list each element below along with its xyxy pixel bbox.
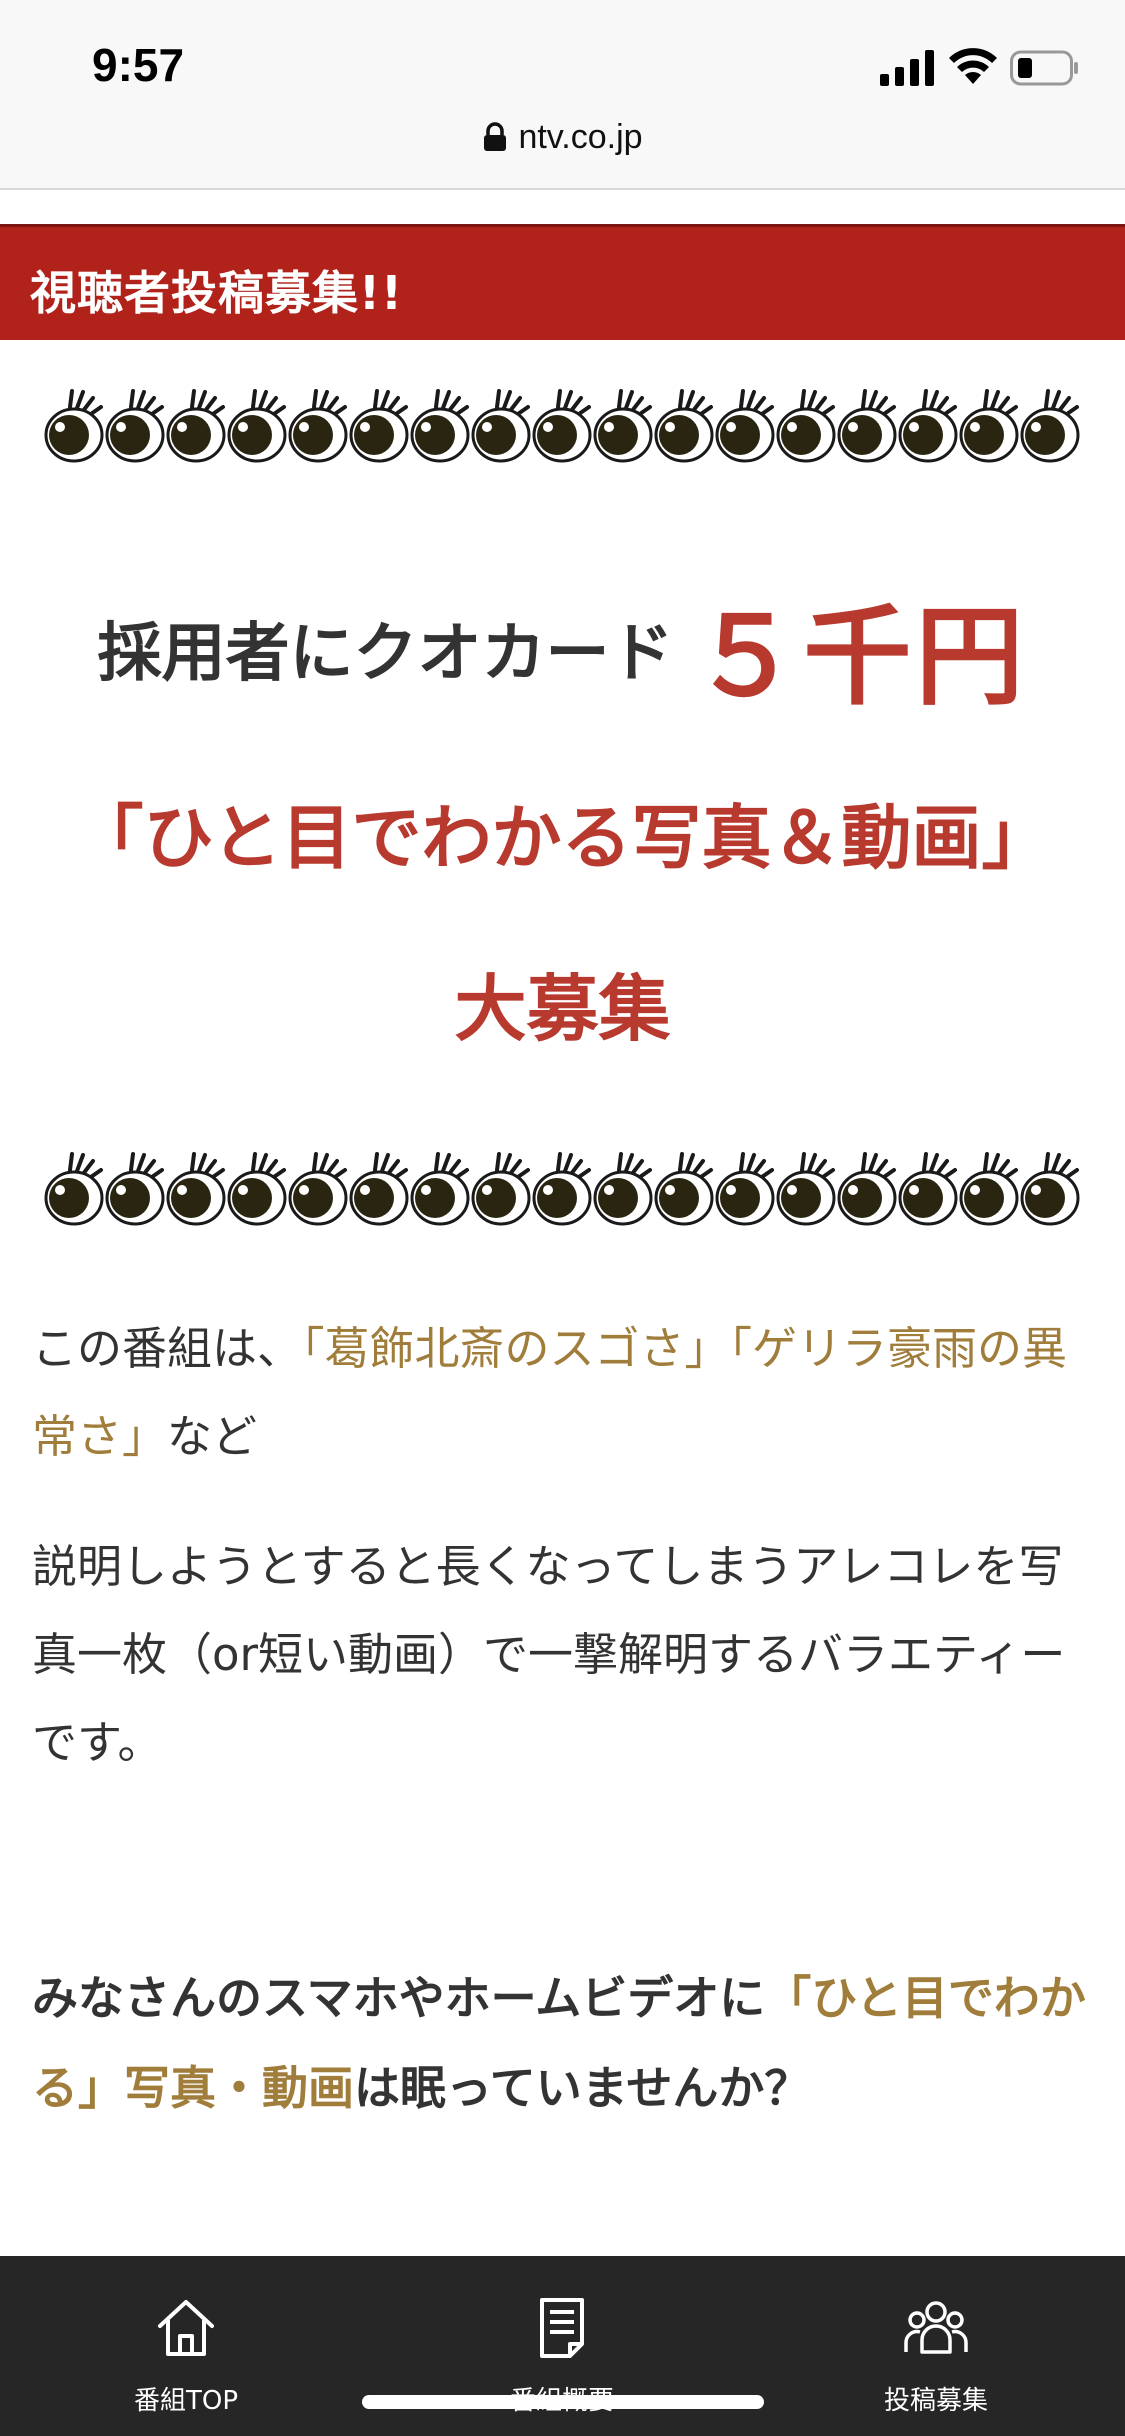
tab-label: 番組TOP <box>133 2386 239 2416</box>
eye-icon <box>776 385 837 465</box>
eye-icon <box>959 1148 1020 1228</box>
status-bar: 9:57 ntv.co.jp <box>0 0 1125 190</box>
eye-icon <box>593 1148 654 1228</box>
eye-icon <box>898 385 959 465</box>
eye-icon <box>410 1148 471 1228</box>
description-paragraph: 説明しようとすると長くなってしまうアレコレを写真一枚（or短い動画）で一撃解明す… <box>32 1540 1066 1769</box>
eye-icon <box>837 385 898 465</box>
headline: 採用者にクオカード ５千円 <box>0 570 1125 726</box>
eye-icon <box>105 385 166 465</box>
eye-icon <box>654 1148 715 1228</box>
headline-prefix: 採用者にクオカード <box>97 617 674 691</box>
eye-icon <box>227 385 288 465</box>
eye-icon <box>44 385 105 465</box>
eye-icon <box>227 1148 288 1228</box>
eye-icon <box>166 1148 227 1228</box>
eye-icon <box>410 385 471 465</box>
intro-paragraph: この番組は、「葛飾北斎のスゴさ」「ゲリラ豪雨の異常さ」など <box>32 1305 1094 1481</box>
tab-submissions[interactable]: 投稿募集 <box>836 2256 1036 2436</box>
tab-program-summary[interactable]: 番組概要 <box>462 2256 662 2436</box>
eye-icon <box>959 385 1020 465</box>
eye-icon <box>349 1148 410 1228</box>
eye-icon <box>593 385 654 465</box>
home-indicator[interactable] <box>362 2395 764 2409</box>
eye-icon <box>654 385 715 465</box>
eye-icon <box>471 1148 532 1228</box>
wifi-icon <box>949 48 997 84</box>
tab-program-top[interactable]: 番組TOP <box>86 2256 286 2436</box>
eyes-decoration-bottom <box>44 1148 1084 1228</box>
eye-icon <box>532 385 593 465</box>
document-icon <box>540 2298 584 2358</box>
bottom-tab-bar: 番組TOP 番組概要 投稿募集 <box>0 2256 1125 2436</box>
eye-icon <box>288 1148 349 1228</box>
eye-icon <box>1020 385 1081 465</box>
cellular-signal-icon <box>880 50 934 86</box>
divider <box>0 188 1125 190</box>
lock-icon <box>484 122 507 151</box>
headline-amount: ５千円 <box>691 595 1028 720</box>
intro-text-end: など <box>167 1410 258 1463</box>
tab-label: 投稿募集 <box>883 2386 988 2416</box>
clock: 9:57 <box>92 39 185 91</box>
section-banner: 視聴者投稿募集!! <box>0 224 1125 340</box>
eye-icon <box>1020 1148 1081 1228</box>
eye-icon <box>44 1148 105 1228</box>
eye-icon <box>715 385 776 465</box>
eye-icon <box>288 385 349 465</box>
eye-icon <box>349 385 410 465</box>
eye-icon <box>898 1148 959 1228</box>
subheadline-2: 大募集 <box>454 967 671 1051</box>
eye-icon <box>776 1148 837 1228</box>
question-text: みなさんのスマホやホームビデオに <box>32 1971 766 2025</box>
eyes-decoration-top <box>44 385 1084 465</box>
battery-icon <box>1010 50 1078 86</box>
intro-text: この番組は、 <box>32 1322 303 1375</box>
eye-icon <box>532 1148 593 1228</box>
eye-icon <box>715 1148 776 1228</box>
banner-title: 視聴者投稿募集!! <box>30 266 403 320</box>
url-text: ntv.co.jp <box>518 118 643 156</box>
question-paragraph: みなさんのスマホやホームビデオに「ひと目でわかる」写真・動画は眠っていませんか？ <box>32 1953 1094 2133</box>
eye-icon <box>166 385 227 465</box>
people-icon <box>904 2301 968 2354</box>
eye-icon <box>471 385 532 465</box>
address-bar[interactable]: ntv.co.jp <box>0 118 1125 157</box>
eye-icon <box>837 1148 898 1228</box>
question-text-end: は眠っていませんか？ <box>354 2061 811 2115</box>
home-icon <box>158 2300 214 2356</box>
subheadline: 「ひと目でわかる写真＆動画」 <box>73 797 1052 879</box>
eye-icon <box>105 1148 166 1228</box>
